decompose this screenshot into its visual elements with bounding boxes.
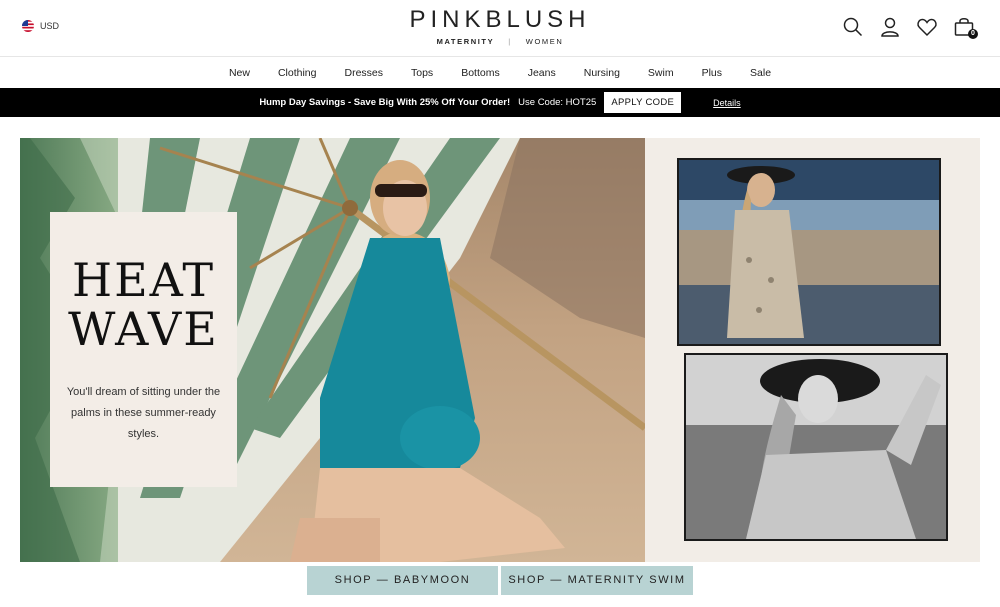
nav-item-tops[interactable]: Tops xyxy=(397,67,447,79)
shop-maternity-swim-button[interactable]: SHOP — MATERNITY SWIM xyxy=(501,566,693,595)
shop-buttons: SHOP — BABYMOON SHOP — MATERNITY SWIM xyxy=(0,566,1000,595)
hero-text-card: HEAT WAVE You'll dream of sitting under … xyxy=(50,212,237,487)
hero-banner[interactable]: HEAT WAVE You'll dream of sitting under … xyxy=(20,138,980,562)
beach-dress-photo xyxy=(677,158,941,346)
nav-item-nursing[interactable]: Nursing xyxy=(570,67,634,79)
nav-item-plus[interactable]: Plus xyxy=(688,67,736,79)
hero-side-panel xyxy=(645,138,980,562)
hero-headline-line2: WAVE xyxy=(68,302,219,356)
cart-count-badge: 0 xyxy=(968,29,978,39)
account-icon[interactable] xyxy=(879,16,901,38)
site-header: USD PINKBLUSH MATERNITY | WOMEN 0 xyxy=(0,0,1000,57)
logo-divider: | xyxy=(508,37,512,46)
nav-item-jeans[interactable]: Jeans xyxy=(514,67,570,79)
nav-item-new[interactable]: New xyxy=(215,67,264,79)
hero-headline-line1: HEAT xyxy=(71,253,216,307)
apply-code-button[interactable]: APPLY CODE xyxy=(604,92,682,113)
promo-banner: Hump Day Savings - Save Big With 25% Off… xyxy=(0,88,1000,117)
cart-bag-icon[interactable]: 0 xyxy=(953,16,978,39)
nav-item-dresses[interactable]: Dresses xyxy=(330,67,397,79)
shop-babymoon-button[interactable]: SHOP — BABYMOON xyxy=(307,566,498,595)
logo-maternity-link[interactable]: MATERNITY xyxy=(437,37,495,46)
nav-item-swim[interactable]: Swim xyxy=(634,67,688,79)
black-white-beach-photo xyxy=(684,353,948,541)
search-icon[interactable] xyxy=(842,16,864,38)
nav-item-clothing[interactable]: Clothing xyxy=(264,67,331,79)
hero-headline: HEAT WAVE xyxy=(50,256,237,354)
promo-code: Use Code: HOT25 xyxy=(518,97,597,108)
hero-beach-image: HEAT WAVE You'll dream of sitting under … xyxy=(20,138,645,562)
hero-tagline: You'll dream of sitting under the palms … xyxy=(66,386,221,440)
main-navigation: New Clothing Dresses Tops Bottoms Jeans … xyxy=(0,57,1000,88)
nav-item-bottoms[interactable]: Bottoms xyxy=(447,67,514,79)
logo-women-link[interactable]: WOMEN xyxy=(526,37,564,46)
nav-item-sale[interactable]: Sale xyxy=(736,67,785,79)
promo-message: Hump Day Savings - Save Big With 25% Off… xyxy=(259,97,511,108)
promo-details-link[interactable]: Details xyxy=(713,98,741,108)
wishlist-heart-icon[interactable] xyxy=(916,16,938,38)
